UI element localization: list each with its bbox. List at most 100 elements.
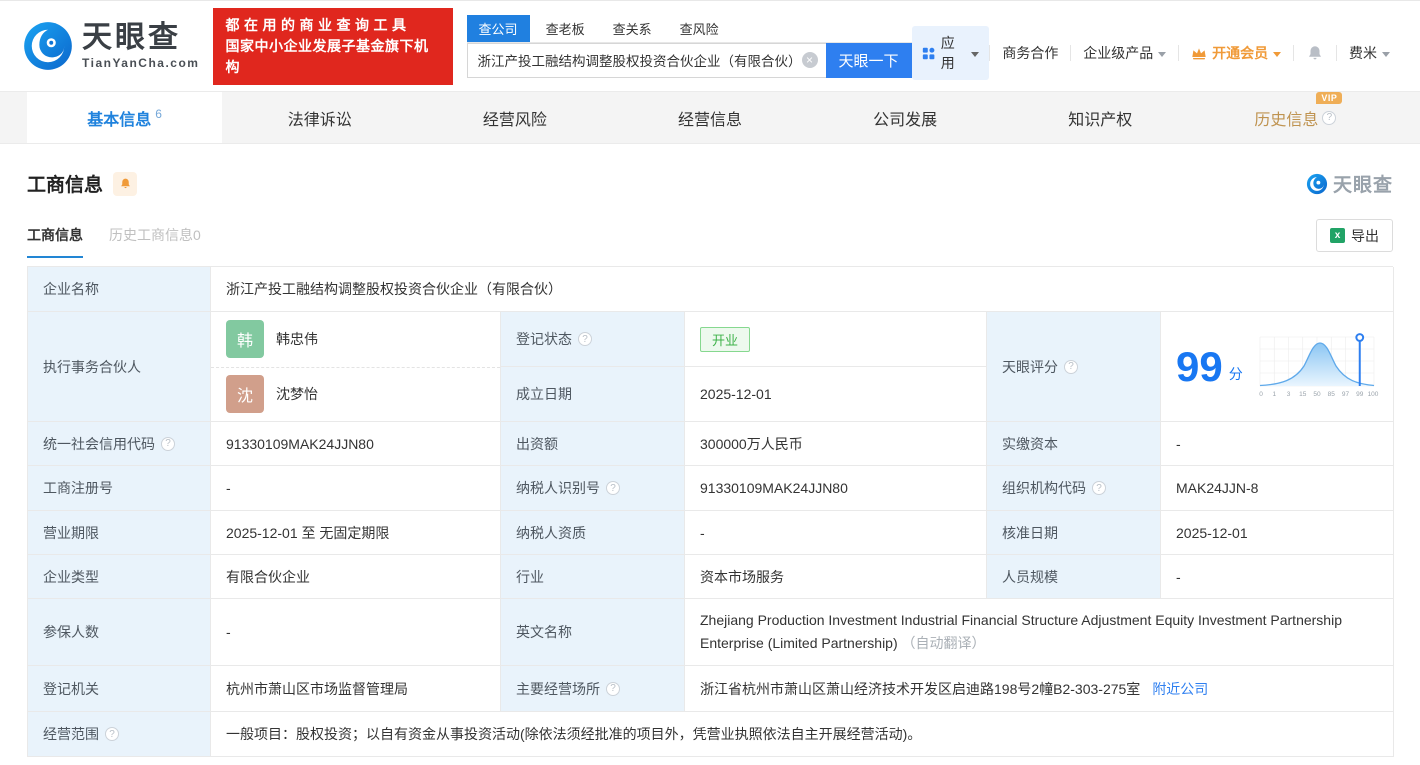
score-value: 99 [1176, 342, 1223, 390]
search-row: 浙江产投工融结构调整股权投资合伙企业（有限合伙） × 天眼一下 [466, 42, 912, 78]
field-label-paid-capital: 实缴资本 [987, 422, 1161, 466]
field-label-company-name: 企业名称 [28, 267, 211, 312]
help-icon[interactable]: ? [1092, 481, 1106, 495]
field-value-approval-date: 2025-12-01 [1161, 511, 1394, 555]
subtabs: 工商信息 历史工商信息0 [27, 225, 201, 258]
partner-row-2[interactable]: 沈 沈梦怡 [211, 366, 500, 422]
field-label-taxpayer-quality: 纳税人资质 [501, 511, 685, 555]
tab-legal-proceedings[interactable]: 法律诉讼 [222, 92, 417, 143]
help-icon[interactable]: ? [606, 681, 620, 696]
tab-operation-label: 经营信息 [677, 111, 742, 129]
search-tab-relation[interactable]: 查关系 [601, 15, 664, 42]
score-axis-labels: 0 1 3 15 50 85 97 99 100 [1259, 391, 1379, 398]
search-tabs: 查公司 查老板 查关系 查风险 [466, 14, 912, 43]
field-label-org-code: 组织机构代码? [987, 466, 1161, 511]
tab-legal-label: 法律诉讼 [287, 111, 352, 129]
nav-open-vip[interactable]: 开通会员 [1179, 43, 1293, 63]
score-marker-pin [1355, 332, 1364, 342]
crown-icon [1192, 48, 1206, 60]
help-icon[interactable]: ? [161, 436, 175, 451]
search-button[interactable]: 天眼一下 [825, 42, 912, 78]
top-nav: 应用 商务合作 企业级产品 开通会员 费米 [911, 26, 1402, 80]
svg-text:99: 99 [1356, 391, 1364, 398]
score-distribution-chart: 0 1 3 15 50 85 97 99 100 [1259, 332, 1379, 398]
svg-text:3: 3 [1286, 391, 1290, 398]
field-value-company-type: 有限合伙企业 [211, 555, 501, 599]
field-value-insured-count: - [211, 599, 501, 666]
help-icon[interactable]: ? [1064, 359, 1078, 374]
partner-name[interactable]: 沈梦怡 [276, 384, 318, 404]
chevron-down-icon [1382, 51, 1391, 57]
subtab-history-business-info[interactable]: 历史工商信息0 [109, 225, 201, 258]
tab-basic-info-label: 基本信息 [87, 111, 152, 129]
field-label-registration-number: 工商注册号 [28, 466, 211, 511]
field-value-registration-status: 开业 [685, 312, 987, 367]
tab-ip-label: 知识产权 [1068, 111, 1133, 129]
logo[interactable]: 天眼查 TianYanCha.com [22, 20, 199, 72]
chevron-down-icon [1273, 51, 1282, 57]
field-label-industry: 行业 [501, 555, 685, 599]
help-icon[interactable]: ? [606, 481, 620, 495]
export-label: 导出 [1351, 227, 1379, 244]
nearby-companies-link[interactable]: 附近公司 [1152, 679, 1208, 699]
help-icon[interactable]: ? [105, 727, 119, 741]
svg-text:100: 100 [1367, 391, 1378, 398]
field-value-registry-authority: 杭州市萧山区市场监督管理局 [211, 666, 501, 712]
main-content: 工商信息 天眼查 工商信息 历史工商信息0 x 导出 企业名称 浙江产投工融结构… [0, 170, 1420, 757]
field-value-taxpayer-id: 91330109MAK24JJN80 [685, 466, 987, 511]
field-value-staff-size: - [1161, 555, 1394, 599]
tab-intellectual-property[interactable]: 知识产权 [1003, 92, 1198, 143]
nav-apps[interactable]: 应用 [911, 26, 990, 80]
nav-user-menu[interactable]: 费米 [1337, 43, 1402, 63]
search-tab-company[interactable]: 查公司 [466, 14, 530, 42]
chevron-down-icon [1158, 51, 1167, 57]
search-input-value: 浙江产投工融结构调整股权投资合伙企业（有限合伙） [477, 54, 802, 69]
nav-username: 费米 [1349, 45, 1378, 61]
tab-operation-info[interactable]: 经营信息 [612, 92, 807, 143]
field-label-registration-status: 登记状态? [501, 312, 685, 367]
subscribe-bell-icon[interactable] [113, 171, 138, 196]
field-value-english-name: Zhejiang Production Investment Industria… [685, 599, 1394, 666]
field-value-business-scope: 一般项目：股权投资；以自有资金从事投资活动(除依法须经批准的项目外，凭营业执照依… [211, 712, 1394, 757]
partner-name[interactable]: 韩忠伟 [276, 329, 318, 349]
business-info-table: 企业名称 浙江产投工融结构调整股权投资合伙企业（有限合伙） 执行事务合伙人 韩 … [27, 266, 1394, 757]
nav-enterprise-products[interactable]: 企业级产品 [1071, 43, 1178, 63]
clear-search-icon[interactable]: × [801, 52, 818, 68]
field-value-business-term: 2025-12-01 至 无固定期限 [211, 511, 501, 555]
tab-history-info[interactable]: 历史信息 VIP ? [1198, 91, 1393, 143]
search-tab-risk[interactable]: 查风险 [668, 15, 731, 42]
subtab-business-info[interactable]: 工商信息 [27, 225, 83, 258]
field-label-registry-authority: 登记机关 [28, 666, 211, 712]
field-label-established-date: 成立日期 [501, 367, 685, 422]
nav-cooperation[interactable]: 商务合作 [990, 43, 1070, 63]
search-tab-boss[interactable]: 查老板 [534, 15, 597, 42]
help-icon[interactable]: ? [578, 332, 592, 346]
chevron-down-icon [971, 51, 980, 57]
help-icon[interactable]: ? [1322, 110, 1337, 125]
partner-row-1[interactable]: 韩 韩忠伟 [211, 312, 500, 367]
logo-text: 天眼查 TianYanCha.com [82, 20, 199, 70]
svg-text:85: 85 [1327, 391, 1335, 398]
export-button[interactable]: x 导出 [1316, 219, 1393, 252]
field-label-english-name: 英文名称 [501, 599, 685, 666]
logo-title: 天眼查 [82, 20, 181, 54]
tab-operational-risk[interactable]: 经营风险 [417, 92, 612, 143]
nav-enterprise-label: 企业级产品 [1083, 45, 1154, 61]
promo-line2: 国家中小企业发展子基金旗下机构 [225, 37, 429, 75]
tab-history-label: 历史信息 [1254, 111, 1319, 129]
tab-basic-info[interactable]: 基本信息 6 [27, 92, 223, 143]
notification-bell-icon[interactable] [1294, 44, 1336, 62]
field-value-registration-number: - [211, 466, 501, 511]
field-value-established-date: 2025-12-01 [685, 367, 987, 422]
main-tab-bar: 基本信息 6 法律诉讼 经营风险 经营信息 公司发展 知识产权 历史信息 VIP… [0, 91, 1420, 144]
tab-company-development[interactable]: 公司发展 [808, 92, 1003, 143]
top-header: 天眼查 TianYanCha.com 都在用的商业查询工具 国家中小企业发展子基… [0, 1, 1420, 91]
apps-grid-icon [922, 47, 934, 59]
tianyancha-company-page: 天眼查 TianYanCha.com 都在用的商业查询工具 国家中小企业发展子基… [0, 0, 1420, 765]
nav-apps-label: 应用 [940, 35, 955, 71]
field-value-tianyan-score[interactable]: 99 分 0 1 3 15 50 85 97 99 100 [1161, 312, 1394, 422]
field-label-executive-partner: 执行事务合伙人 [28, 312, 211, 422]
section-title: 工商信息 [27, 175, 104, 196]
field-label-staff-size: 人员规模 [987, 555, 1161, 599]
search-input[interactable]: 浙江产投工融结构调整股权投资合伙企业（有限合伙） × [466, 42, 826, 78]
